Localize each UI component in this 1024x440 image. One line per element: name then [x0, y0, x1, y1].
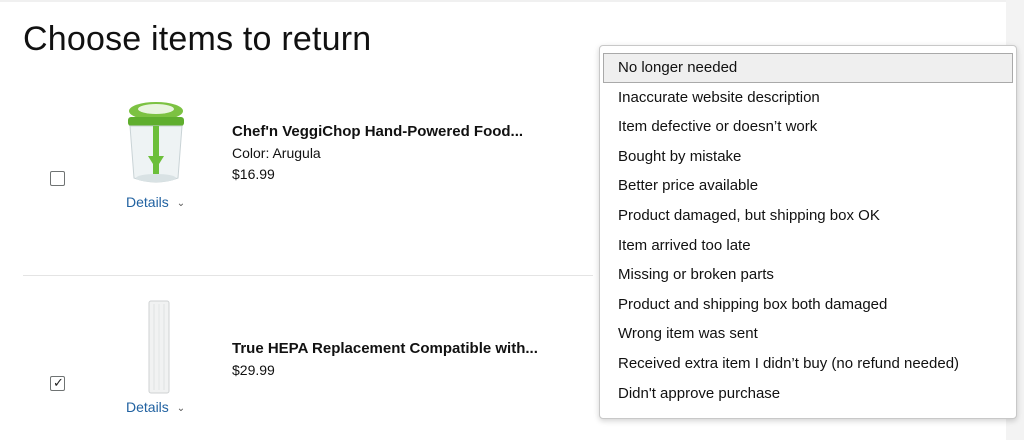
item-checkbox[interactable]: ✓	[50, 375, 65, 391]
item-checkbox[interactable]	[50, 171, 65, 186]
reason-option-no-longer-needed[interactable]: No longer needed	[603, 53, 1013, 83]
details-toggle[interactable]: Details ⌄	[126, 194, 185, 210]
reason-option-both-damaged[interactable]: Product and shipping box both damaged	[600, 290, 1016, 320]
return-reason-dropdown[interactable]: No longer needed Inaccurate website desc…	[599, 45, 1017, 419]
reason-option-bought-by-mistake[interactable]: Bought by mistake	[600, 142, 1016, 172]
product-image	[148, 300, 170, 394]
details-toggle[interactable]: Details ⌄	[126, 399, 185, 415]
return-item: Details ⌄ Chef'n VeggiChop Hand-Powered F…	[0, 95, 590, 225]
reason-option-item-defective[interactable]: Item defective or doesn’t work	[600, 112, 1016, 142]
reason-option-extra-item[interactable]: Received extra item I didn’t buy (no ref…	[600, 349, 1016, 379]
reason-option-wrong-item[interactable]: Wrong item was sent	[600, 319, 1016, 349]
top-border	[0, 0, 1006, 2]
return-reason-list: No longer needed Inaccurate website desc…	[600, 46, 1016, 408]
return-item: ✓ Details ⌄ True HEPA Replacement Compati…	[0, 298, 590, 433]
reason-option-better-price[interactable]: Better price available	[600, 171, 1016, 201]
item-price: $16.99	[232, 166, 275, 182]
product-image	[128, 102, 184, 183]
check-icon: ✓	[53, 375, 64, 390]
reason-option-didnt-approve[interactable]: Didn't approve purchase	[600, 379, 1016, 409]
item-info: True HEPA Replacement Compatible with...…	[232, 340, 538, 378]
page-title: Choose items to return	[23, 20, 372, 58]
item-price: $29.99	[232, 362, 275, 378]
details-label: Details	[126, 399, 169, 415]
details-label: Details	[126, 194, 169, 210]
chevron-down-icon: ⌄	[176, 403, 186, 414]
item-info: Chef'n VeggiChop Hand-Powered Food... Co…	[232, 123, 523, 182]
item-title[interactable]: True HEPA Replacement Compatible with...	[232, 340, 538, 357]
item-divider	[23, 275, 593, 276]
reason-option-inaccurate-description[interactable]: Inaccurate website description	[600, 83, 1016, 113]
chevron-down-icon: ⌄	[176, 198, 186, 209]
reason-option-arrived-too-late[interactable]: Item arrived too late	[600, 231, 1016, 261]
reason-option-product-damaged-box-ok[interactable]: Product damaged, but shipping box OK	[600, 201, 1016, 231]
reason-option-missing-parts[interactable]: Missing or broken parts	[600, 260, 1016, 290]
item-title[interactable]: Chef'n VeggiChop Hand-Powered Food...	[232, 123, 523, 140]
item-color: Color: Arugula	[232, 145, 321, 161]
